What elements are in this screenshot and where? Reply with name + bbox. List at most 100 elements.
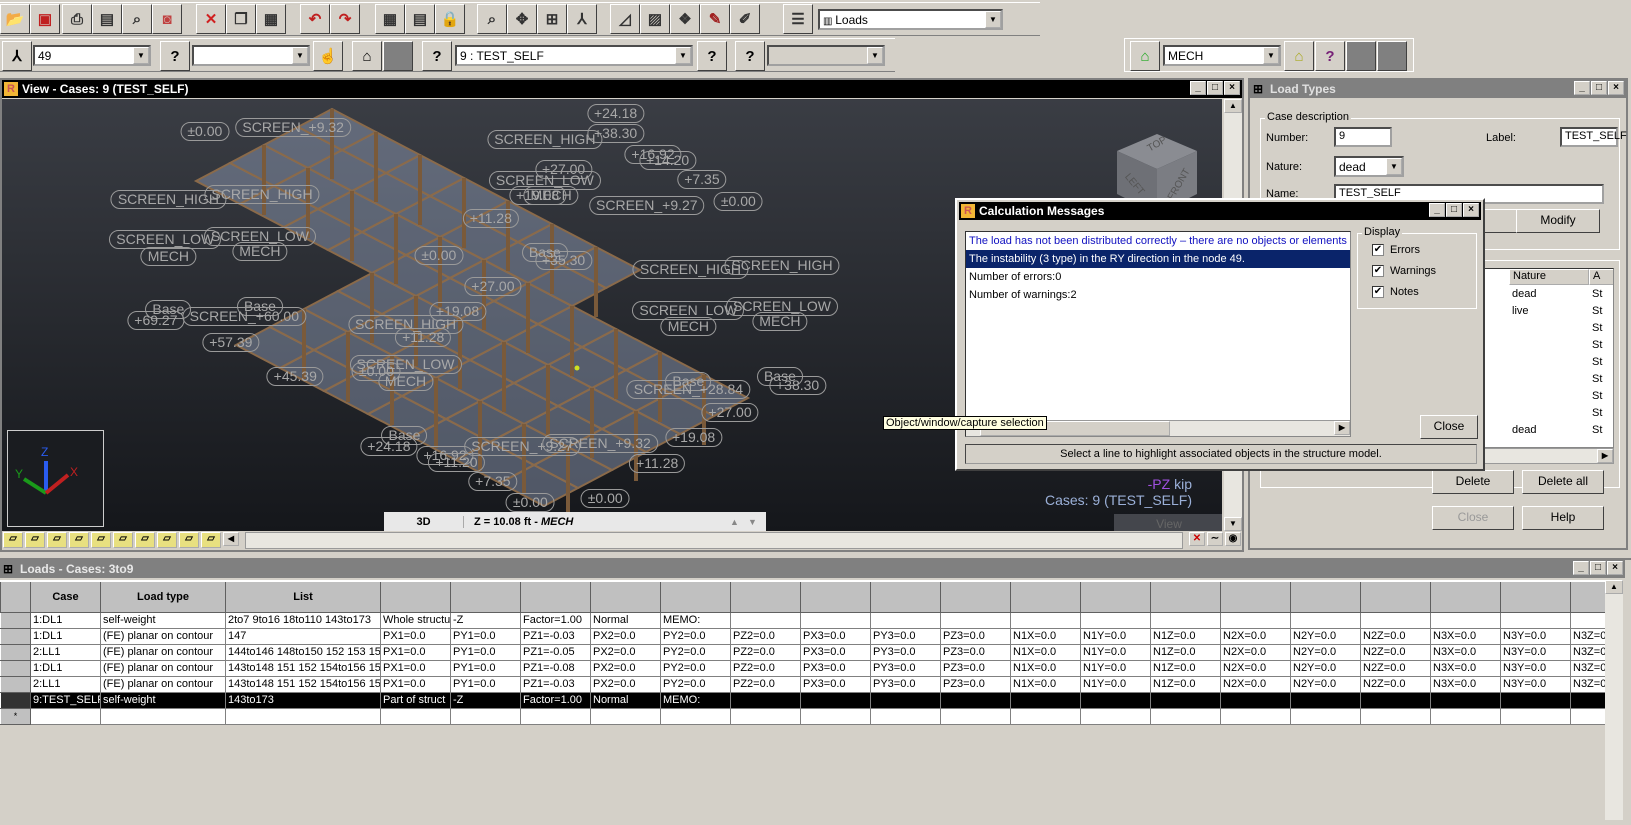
table-cell[interactable] — [1360, 691, 1431, 709]
table-cell[interactable] — [450, 707, 521, 725]
scroll-right-icon[interactable]: ▶ — [1334, 421, 1350, 435]
chevron-down-icon[interactable]: ▼ — [867, 47, 883, 64]
table-cell[interactable] — [1150, 707, 1221, 725]
chevron-down-icon[interactable]: ▼ — [133, 47, 149, 64]
chevron-down-icon[interactable]: ▼ — [675, 47, 691, 64]
table-cell[interactable] — [940, 707, 1011, 725]
row-selector[interactable] — [0, 691, 31, 709]
table-cell[interactable]: N1Y=0.0 — [1080, 659, 1151, 677]
table-cell[interactable] — [1150, 691, 1221, 709]
table-cell[interactable]: PY1=0.0 — [450, 643, 521, 661]
table-cell[interactable]: N3Z=0 — [1570, 643, 1605, 661]
frame-view-icon[interactable]: ⌂ — [352, 41, 382, 71]
column-header[interactable] — [1220, 580, 1291, 613]
load-mode-icon[interactable]: ? — [697, 41, 727, 71]
table-cell[interactable]: N3Y=0.0 — [1500, 659, 1571, 677]
table-cell[interactable]: N2Z=0.0 — [1360, 627, 1431, 645]
table-cell[interactable]: 147 — [225, 627, 381, 645]
table-cell[interactable]: PZ3=0.0 — [940, 659, 1011, 677]
case-selection-combo[interactable]: 9 : TEST_SELF ▼ — [455, 45, 693, 66]
table-cell[interactable] — [1080, 691, 1151, 709]
copy-icon[interactable]: ❐ — [226, 4, 256, 34]
mode-3d-label[interactable]: 3D — [384, 515, 464, 528]
table-cell[interactable]: -Z — [450, 611, 521, 629]
column-header[interactable] — [1430, 580, 1501, 613]
nature-select[interactable]: dead ▼ — [1334, 156, 1404, 177]
table-cell[interactable]: PZ2=0.0 — [730, 643, 801, 661]
table-cell[interactable] — [870, 611, 941, 629]
layout-select[interactable]: ▥ Loads ▼ — [818, 9, 1003, 30]
table-cell[interactable]: Factor=1.00 — [520, 611, 591, 629]
messages-list[interactable]: The load has not been distributed correc… — [965, 231, 1351, 437]
table-cell[interactable]: N1Y=0.0 — [1080, 675, 1151, 693]
table-cell[interactable]: N2X=0.0 — [1220, 675, 1291, 693]
table-cell[interactable]: PX3=0.0 — [800, 675, 871, 693]
panel-numbers-icon[interactable]: ▱ — [47, 532, 67, 548]
chevron-down-icon[interactable]: ▼ — [1263, 47, 1279, 64]
table-cell[interactable]: Factor=1.00 — [520, 691, 591, 709]
minimize-button[interactable]: _ — [1573, 561, 1589, 575]
table-row-selected[interactable]: 9:TEST_SELF self-weight 143to173 Part of st… — [0, 691, 1605, 709]
table-cell[interactable] — [1080, 707, 1151, 725]
view-button[interactable]: View — [1114, 514, 1222, 531]
minimize-button[interactable]: _ — [1574, 81, 1590, 95]
table-cell[interactable]: PZ2=0.0 — [730, 627, 801, 645]
table-cell[interactable] — [1010, 691, 1081, 709]
scroll-down-icon[interactable]: ▼ — [1224, 517, 1242, 531]
table-cell[interactable]: 2to7 9to16 18to110 143to173 — [225, 611, 381, 629]
scroll-left-icon[interactable]: ◀ — [223, 532, 239, 546]
close-button[interactable]: × — [1608, 81, 1624, 95]
node-selection-combo[interactable]: 49 ▼ — [33, 45, 151, 66]
table-cell[interactable] — [1570, 691, 1605, 709]
table-cell[interactable]: N2X=0.0 — [1220, 627, 1291, 645]
close-button[interactable]: × — [1463, 203, 1479, 217]
maximize-button[interactable]: □ — [1446, 203, 1462, 217]
close-button[interactable]: Close — [1432, 506, 1514, 530]
zoom-all-icon[interactable]: ✥ — [507, 4, 537, 34]
row-selector[interactable] — [0, 643, 31, 661]
table-cell[interactable] — [30, 707, 101, 725]
panels-icon[interactable]: ▱ — [135, 532, 155, 548]
minimize-button[interactable]: _ — [1429, 203, 1445, 217]
table-cell[interactable]: N1Z=0.0 — [1150, 643, 1221, 661]
maximize-button[interactable]: □ — [1590, 561, 1606, 575]
table-cell[interactable] — [1360, 611, 1431, 629]
table-cell[interactable]: PZ1=-0.03 — [520, 627, 591, 645]
calculator-icon[interactable]: ▦ — [375, 4, 405, 34]
table-cell[interactable]: PY3=0.0 — [870, 675, 941, 693]
table-cell[interactable]: N2Z=0.0 — [1360, 675, 1431, 693]
minimize-button[interactable]: _ — [1190, 81, 1206, 95]
message-item[interactable]: Number of warnings:2 — [966, 286, 1350, 304]
table-cell[interactable]: PZ1=-0.08 — [520, 659, 591, 677]
table-cell[interactable]: PX2=0.0 — [590, 675, 661, 693]
table-cell[interactable] — [1500, 611, 1571, 629]
column-header[interactable]: List — [225, 580, 381, 613]
table-cell[interactable]: (FE) planar on contour — [100, 643, 226, 661]
table-cell[interactable]: (FE) planar on contour — [100, 627, 226, 645]
table-cell[interactable]: PX2=0.0 — [590, 659, 661, 677]
table-cell[interactable] — [1570, 611, 1605, 629]
chevron-down-icon[interactable]: ▼ — [1386, 158, 1402, 175]
table-cell[interactable]: N3X=0.0 — [1430, 643, 1501, 661]
table-cell[interactable]: N1Z=0.0 — [1150, 659, 1221, 677]
drafting-icon[interactable]: ✐ — [730, 4, 760, 34]
table-cell[interactable]: MEMO: — [660, 611, 731, 629]
column-header[interactable] — [940, 580, 1011, 613]
column-header[interactable] — [1080, 580, 1151, 613]
column-header[interactable] — [1290, 580, 1361, 613]
blank-button[interactable] — [1377, 41, 1407, 71]
table-cell[interactable]: Normal — [590, 611, 661, 629]
table-cell[interactable]: N1Y=0.0 — [1080, 627, 1151, 645]
story-combo[interactable]: MECH ▼ — [1163, 45, 1281, 66]
table-cell[interactable]: PZ2=0.0 — [730, 659, 801, 677]
paste-icon[interactable]: ▦ — [256, 4, 286, 34]
delete-all-button[interactable]: Delete all — [1522, 470, 1604, 494]
table-cell[interactable]: PX3=0.0 — [800, 643, 871, 661]
bar-selection-combo[interactable]: ▼ — [192, 45, 310, 66]
chevron-down-icon[interactable]: ▼ — [985, 11, 1001, 28]
column-header[interactable] — [1150, 580, 1221, 613]
undo-icon[interactable]: ↶ — [300, 4, 330, 34]
table-cell[interactable]: N1Y=0.0 — [1080, 643, 1151, 661]
delete-button[interactable]: Delete — [1432, 470, 1514, 494]
table-cell[interactable]: N3Z=0 — [1570, 659, 1605, 677]
